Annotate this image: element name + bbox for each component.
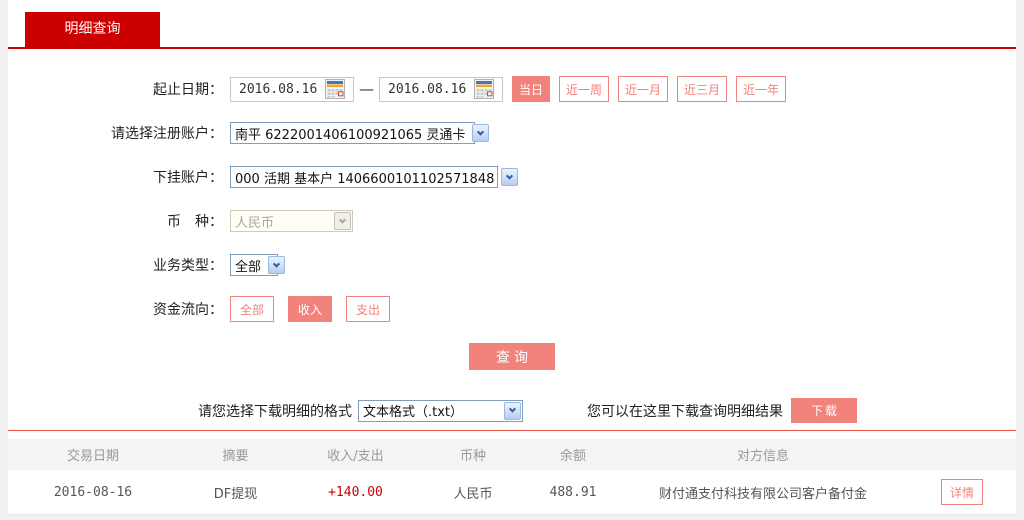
table-row: 2016-08-16 DF提现 +140.00 人民币 488.91 财付通支付… bbox=[8, 470, 1016, 515]
cell-counterparty: 财付通支付科技有限公司客户备付金 bbox=[658, 486, 867, 502]
results-table: 交易日期 摘要 收入/支出 币种 余额 对方信息 2016-08-16 DF提现… bbox=[8, 430, 1016, 515]
cell-amount: +140.00 bbox=[328, 484, 383, 500]
calendar-icon[interactable] bbox=[474, 79, 494, 99]
table-header-row: 交易日期 摘要 收入/支出 币种 余额 对方信息 bbox=[8, 439, 1016, 470]
register-account-row: 请选择注册账户： 南平 6222001406100921065 灵通卡 bbox=[8, 120, 1016, 146]
sub-account-label: 下挂账户： bbox=[153, 170, 223, 186]
download-hint: 您可以在这里下载查询明细结果 bbox=[587, 403, 783, 420]
calendar-icon[interactable] bbox=[325, 79, 345, 99]
date-separator: — bbox=[359, 80, 374, 98]
cell-summary: DF提现 bbox=[213, 486, 258, 502]
chevron-down-icon[interactable] bbox=[504, 401, 521, 420]
download-format-select[interactable]: 文本格式（.txt） bbox=[358, 399, 523, 422]
currency-value: 人民币 bbox=[235, 215, 275, 231]
sub-account-value: 000 活期 基本户 1406600101102571848 bbox=[235, 171, 495, 187]
date-range-row: 起止日期： — bbox=[8, 76, 1016, 102]
start-date-input[interactable] bbox=[239, 81, 325, 97]
fund-flow-expense-button[interactable]: 支出 bbox=[346, 296, 390, 322]
fund-flow-all-button[interactable]: 全部 bbox=[230, 296, 274, 322]
query-button[interactable]: 查询 bbox=[469, 343, 555, 370]
download-format-value: 文本格式（.txt） bbox=[363, 405, 464, 420]
chevron-down-icon[interactable] bbox=[268, 256, 286, 274]
end-date-field[interactable] bbox=[379, 76, 503, 102]
quick-range-3months-button[interactable]: 近三月 bbox=[677, 76, 728, 102]
chevron-down-icon[interactable] bbox=[472, 124, 490, 142]
business-type-row: 业务类型： 全部 bbox=[8, 252, 1016, 278]
end-date-input[interactable] bbox=[388, 81, 474, 97]
query-button-row: 查询 bbox=[8, 343, 1016, 370]
cell-trade-date: 2016-08-16 bbox=[53, 484, 133, 500]
register-account-select[interactable]: 南平 6222001406100921065 灵通卡 bbox=[230, 122, 490, 144]
detail-button[interactable]: 详情 bbox=[941, 479, 983, 505]
cell-currency: 人民币 bbox=[453, 486, 493, 502]
date-range-label: 起止日期： bbox=[153, 82, 223, 98]
business-type-select[interactable]: 全部 bbox=[230, 254, 286, 276]
business-type-value: 全部 bbox=[235, 259, 262, 275]
fund-flow-label: 资金流向： bbox=[153, 302, 223, 318]
sub-account-row: 下挂账户： 000 活期 基本户 1406600101102571848 bbox=[8, 164, 1016, 190]
register-account-value: 南平 6222001406100921065 灵通卡 bbox=[235, 127, 466, 143]
register-account-label: 请选择注册账户： bbox=[111, 126, 223, 142]
fund-flow-income-button[interactable]: 收入 bbox=[288, 296, 332, 322]
tab-detail-query[interactable]: 明细查询 bbox=[25, 12, 160, 47]
chevron-down-icon[interactable] bbox=[501, 168, 519, 186]
currency-row: 币 种： 人民币 bbox=[8, 208, 1016, 234]
quick-range-year-button[interactable]: 近一年 bbox=[736, 76, 787, 102]
cell-balance: 488.91 bbox=[549, 484, 597, 500]
quick-range-today-button[interactable]: 当日 bbox=[512, 76, 551, 102]
start-date-field[interactable] bbox=[230, 76, 354, 102]
tab-bar: 明细查询 bbox=[8, 0, 1016, 49]
quick-range-week-button[interactable]: 近一周 bbox=[559, 76, 610, 102]
sub-account-select[interactable]: 000 活期 基本户 1406600101102571848 bbox=[230, 166, 519, 188]
business-type-label: 业务类型： bbox=[153, 258, 223, 274]
download-row: 请您选择下载明细的格式 文本格式（.txt） 您可以在这里下载查询明细结果 下载 bbox=[8, 398, 1016, 423]
header-summary: 摘要 bbox=[222, 449, 249, 464]
download-button[interactable]: 下载 bbox=[791, 398, 857, 423]
quick-range-month-button[interactable]: 近一月 bbox=[618, 76, 669, 102]
download-format-label: 请您选择下载明细的格式 bbox=[198, 403, 352, 420]
header-counterparty: 对方信息 bbox=[736, 449, 789, 464]
main-panel: 明细查询 起止日期： 2016.08.16 — 2016.08.16 当日 近一… bbox=[8, 0, 1016, 515]
header-balance: 余额 bbox=[559, 449, 586, 464]
currency-select: 人民币 bbox=[230, 210, 353, 232]
fund-flow-row: 资金流向： 全部 收入 支出 bbox=[8, 296, 1016, 322]
chevron-down-icon bbox=[334, 212, 351, 230]
header-income-expense: 收入/支出 bbox=[327, 449, 384, 464]
query-form: 起止日期： — bbox=[8, 49, 1016, 423]
currency-label: 币 种： bbox=[167, 214, 223, 230]
header-trade-date: 交易日期 bbox=[66, 449, 119, 464]
header-currency: 币种 bbox=[459, 449, 486, 464]
